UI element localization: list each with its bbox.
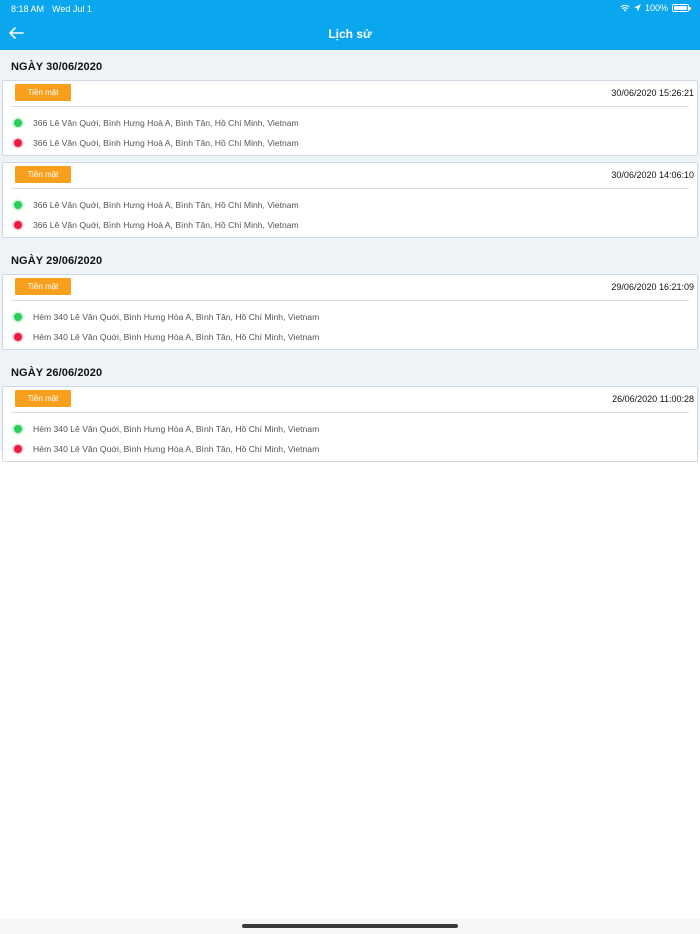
card-divider: [11, 188, 689, 189]
dropoff-row: Hẻm 340 Lê Văn Quới, Bình Hưng Hòa A, Bì…: [14, 442, 689, 456]
trip-card[interactable]: Tiền mặt 30/06/2020 15:26:21 366 Lê Văn …: [2, 80, 698, 156]
status-bar: 8:18 AM Wed Jul 1 100%: [0, 0, 700, 17]
payment-badge: Tiền mặt: [15, 166, 71, 183]
pickup-dot-icon: [14, 201, 22, 209]
card-divider: [11, 300, 689, 301]
battery-percent: 100%: [644, 3, 668, 13]
status-date: Wed Jul 1: [52, 4, 92, 14]
pickup-row: Hẻm 340 Lê Văn Quới, Bình Hưng Hòa A, Bì…: [14, 422, 689, 436]
group-date-label: NGÀY 29/06/2020: [11, 255, 103, 267]
pickup-address: 366 Lê Văn Quới, Bình Hưng Hoà A, Bình T…: [33, 200, 299, 210]
pickup-row: 366 Lê Văn Quới, Bình Hưng Hoà A, Bình T…: [14, 116, 689, 130]
status-indicators: 100%: [620, 3, 691, 13]
payment-badge: Tiền mặt: [15, 390, 71, 407]
dropoff-dot-icon: [14, 139, 22, 147]
dropoff-row: Hẻm 340 Lê Văn Quới, Bình Hưng Hòa A, Bì…: [14, 330, 689, 344]
pickup-dot-icon: [14, 119, 22, 127]
pickup-dot-icon: [14, 313, 22, 321]
trip-card[interactable]: Tiền mặt 26/06/2020 11:00:28 Hẻm 340 Lê …: [2, 386, 698, 462]
trip-time: 30/06/2020 14:06:10: [611, 170, 694, 180]
date-group: NGÀY 30/06/2020 Tiền mặt 30/06/2020 15:2…: [0, 50, 700, 244]
trip-card[interactable]: Tiền mặt 29/06/2020 16:21:09 Hẻm 340 Lê …: [2, 274, 698, 350]
wifi-icon: [620, 4, 630, 12]
card-divider: [11, 412, 689, 413]
dropoff-row: 366 Lê Văn Quới, Bình Hưng Hoà A, Bình T…: [14, 136, 689, 150]
trip-card[interactable]: Tiền mặt 30/06/2020 14:06:10 366 Lê Văn …: [2, 162, 698, 238]
card-divider: [11, 106, 689, 107]
pickup-row: 366 Lê Văn Quới, Bình Hưng Hoà A, Bình T…: [14, 198, 689, 212]
payment-badge: Tiền mặt: [15, 278, 71, 295]
pickup-row: Hẻm 340 Lê Văn Quới, Bình Hưng Hòa A, Bì…: [14, 310, 689, 324]
group-date-label: NGÀY 30/06/2020: [11, 61, 103, 73]
dropoff-address: Hẻm 340 Lê Văn Quới, Bình Hưng Hòa A, Bì…: [33, 444, 320, 454]
trip-time: 26/06/2020 11:00:28: [612, 394, 694, 404]
page-title: Lịch sử: [328, 27, 372, 41]
location-arrow-icon: [634, 4, 641, 12]
payment-badge: Tiền mặt: [15, 84, 71, 101]
dropoff-dot-icon: [14, 445, 22, 453]
battery-icon: [672, 4, 691, 12]
date-group: NGÀY 26/06/2020 Tiền mặt 26/06/2020 11:0…: [0, 356, 700, 468]
pickup-dot-icon: [14, 425, 22, 433]
history-list: NGÀY 30/06/2020 Tiền mặt 30/06/2020 15:2…: [0, 50, 700, 462]
pickup-address: Hẻm 340 Lê Văn Quới, Bình Hưng Hòa A, Bì…: [33, 312, 320, 322]
trip-time: 29/06/2020 16:21:09: [611, 282, 694, 292]
group-date-label: NGÀY 26/06/2020: [11, 367, 103, 379]
date-group: NGÀY 29/06/2020 Tiền mặt 29/06/2020 16:2…: [0, 244, 700, 356]
status-time: 8:18 AM: [11, 4, 45, 14]
dropoff-dot-icon: [14, 333, 22, 341]
dropoff-row: 366 Lê Văn Quới, Bình Hưng Hoà A, Bình T…: [14, 218, 689, 232]
trip-time: 30/06/2020 15:26:21: [611, 88, 694, 98]
app-header: 8:18 AM Wed Jul 1 100% Lịch sử: [0, 0, 700, 50]
dropoff-address: 366 Lê Văn Quới, Bình Hưng Hoà A, Bình T…: [33, 220, 299, 230]
dropoff-address: Hẻm 340 Lê Văn Quới, Bình Hưng Hòa A, Bì…: [33, 332, 320, 342]
pickup-address: 366 Lê Văn Quới, Bình Hưng Hoà A, Bình T…: [33, 118, 299, 128]
dropoff-address: 366 Lê Văn Quới, Bình Hưng Hoà A, Bình T…: [33, 138, 299, 148]
home-indicator[interactable]: [242, 924, 458, 928]
dropoff-dot-icon: [14, 221, 22, 229]
pickup-address: Hẻm 340 Lê Văn Quới, Bình Hưng Hòa A, Bì…: [33, 424, 320, 434]
